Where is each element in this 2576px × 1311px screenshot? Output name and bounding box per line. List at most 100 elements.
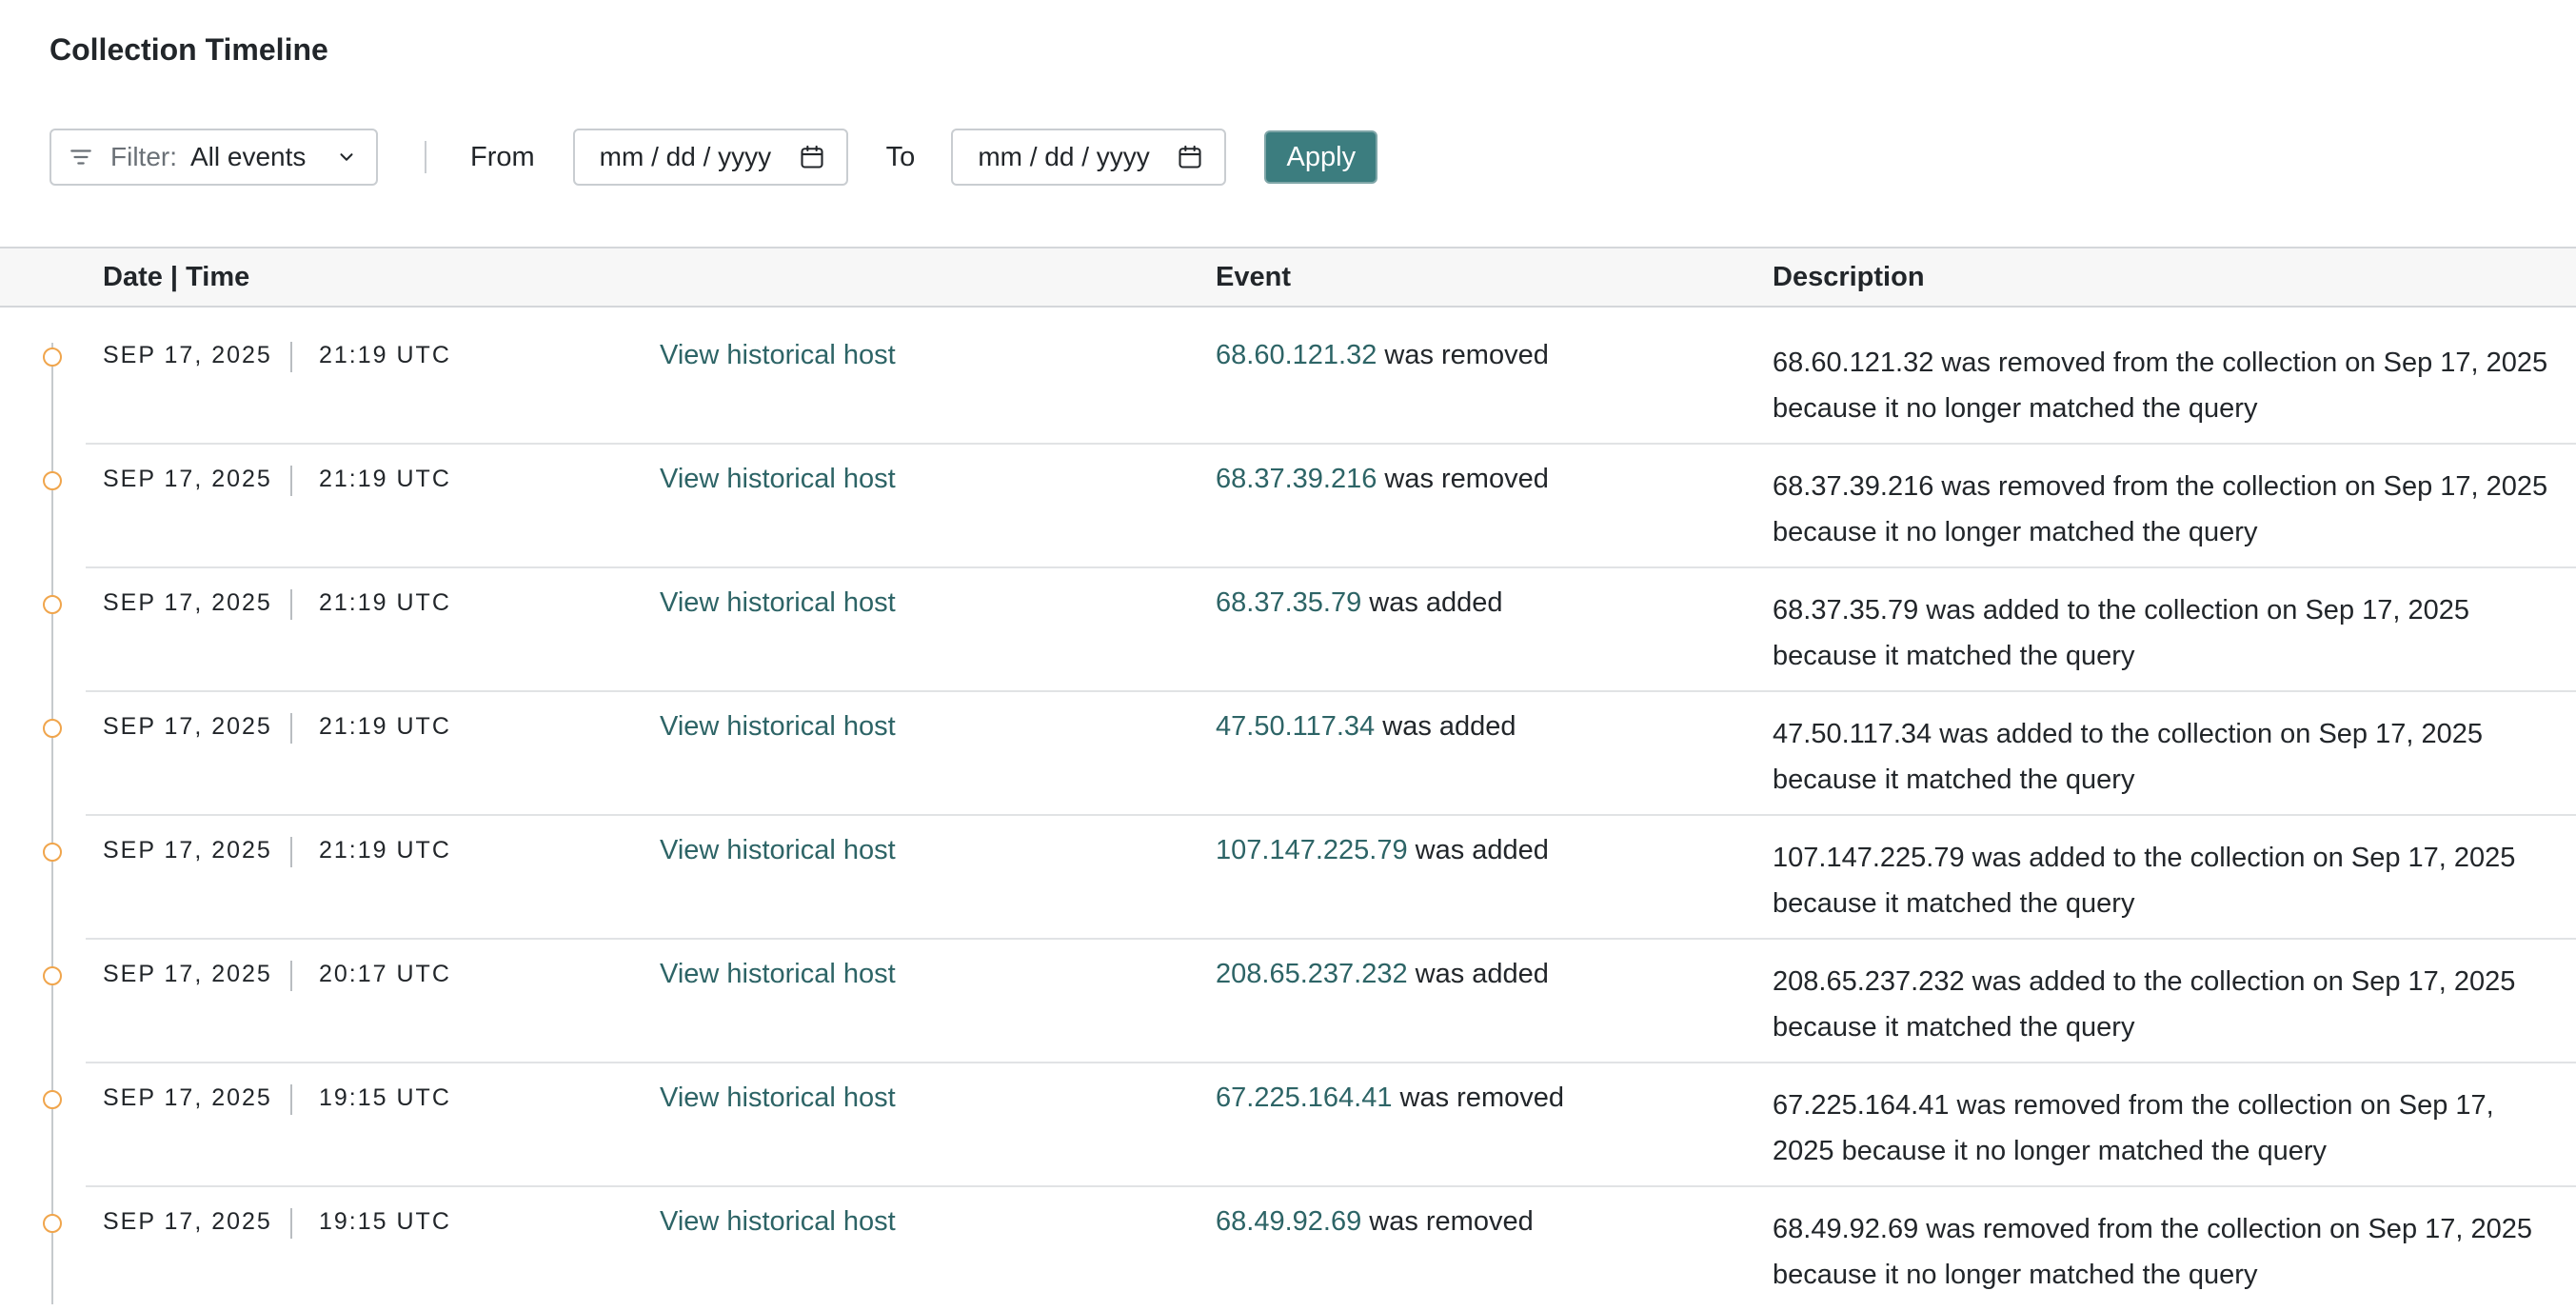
- event-time: 19:15 UTC: [319, 1084, 451, 1111]
- timeline-dot: [43, 471, 62, 490]
- timeline-row: SEP 17, 2025 20:17 UTC View historical h…: [0, 940, 2576, 1063]
- event-action: was removed: [1392, 1083, 1564, 1113]
- date-to-input[interactable]: mm / dd / yyyy: [951, 129, 1227, 186]
- event-date: SEP 17, 2025: [103, 837, 272, 864]
- date-time-divider: [290, 1208, 292, 1239]
- to-label: To: [885, 141, 916, 172]
- view-historical-host-link[interactable]: View historical host: [660, 587, 896, 619]
- event-ip-link[interactable]: 68.49.92.69: [1216, 1206, 1361, 1237]
- event-cell: 68.37.39.216 was removed: [1216, 464, 1549, 495]
- chevron-down-icon: [340, 153, 353, 161]
- calendar-icon[interactable]: [1177, 144, 1203, 170]
- timeline-row: SEP 17, 2025 21:19 UTC View historical h…: [0, 692, 2576, 816]
- timeline-row: SEP 17, 2025 21:19 UTC View historical h…: [0, 445, 2576, 568]
- event-ip-link[interactable]: 47.50.117.34: [1216, 711, 1375, 742]
- timeline-dot: [43, 719, 62, 738]
- event-time: 19:15 UTC: [319, 1208, 451, 1235]
- event-description: 68.49.92.69 was removed from the collect…: [1773, 1214, 2533, 1290]
- timeline-dot: [43, 843, 62, 862]
- date-to-placeholder: mm / dd / yyyy: [978, 142, 1150, 171]
- timeline-row: SEP 17, 2025 21:19 UTC View historical h…: [0, 321, 2576, 445]
- from-label: From: [470, 141, 535, 172]
- event-ip-link[interactable]: 68.37.39.216: [1216, 464, 1377, 494]
- timeline-table-header: Date | Time Event Description: [0, 247, 2576, 308]
- timeline-dot: [43, 348, 62, 367]
- event-ip-link[interactable]: 107.147.225.79: [1216, 835, 1408, 865]
- timeline-dot: [43, 966, 62, 985]
- event-date: SEP 17, 2025: [103, 1084, 272, 1111]
- filter-value: All events: [190, 142, 307, 171]
- event-ip-link[interactable]: 68.60.121.32: [1216, 340, 1377, 370]
- date-time-divider: [290, 466, 292, 496]
- view-historical-host-link[interactable]: View historical host: [660, 1206, 896, 1238]
- timeline-dot: [43, 1214, 62, 1233]
- event-time: 21:19 UTC: [319, 342, 451, 368]
- view-historical-host-link[interactable]: View historical host: [660, 835, 896, 866]
- event-cell: 68.60.121.32 was removed: [1216, 340, 1549, 371]
- date-time-divider: [290, 837, 292, 867]
- event-date: SEP 17, 2025: [103, 1208, 272, 1235]
- event-time: 20:17 UTC: [319, 961, 451, 987]
- event-cell: 107.147.225.79 was added: [1216, 835, 1549, 866]
- calendar-icon[interactable]: [799, 144, 825, 170]
- event-cell: 47.50.117.34 was added: [1216, 711, 1516, 743]
- view-historical-host-link[interactable]: View historical host: [660, 464, 896, 495]
- date-time-divider: [290, 342, 292, 372]
- event-action: was added: [1375, 711, 1516, 742]
- timeline-row: SEP 17, 2025 19:15 UTC View historical h…: [0, 1187, 2576, 1311]
- event-description: 68.60.121.32 was removed from the collec…: [1773, 348, 2548, 424]
- event-description: 47.50.117.34 was added to the collection…: [1773, 719, 2483, 795]
- event-cell: 208.65.237.232 was added: [1216, 959, 1549, 990]
- event-date: SEP 17, 2025: [103, 342, 272, 368]
- event-description: 107.147.225.79 was added to the collecti…: [1773, 843, 2516, 919]
- event-description: 68.37.35.79 was added to the collection …: [1773, 595, 2470, 671]
- event-time: 21:19 UTC: [319, 837, 451, 864]
- event-action: was removed: [1361, 1206, 1534, 1237]
- event-description: 67.225.164.41 was removed from the colle…: [1773, 1090, 2494, 1166]
- event-description: 208.65.237.232 was added to the collecti…: [1773, 966, 2516, 1043]
- apply-button[interactable]: Apply: [1264, 130, 1378, 184]
- event-action: was removed: [1377, 340, 1549, 370]
- event-cell: 68.37.35.79 was added: [1216, 587, 1503, 619]
- timeline-row: SEP 17, 2025 21:19 UTC View historical h…: [0, 816, 2576, 940]
- event-time: 21:19 UTC: [319, 466, 451, 492]
- toolbar-divider: [425, 141, 426, 173]
- filter-label: Filter:: [110, 142, 177, 171]
- view-historical-host-link[interactable]: View historical host: [660, 711, 896, 743]
- view-historical-host-link[interactable]: View historical host: [660, 340, 896, 371]
- timeline-dot: [43, 595, 62, 614]
- event-date: SEP 17, 2025: [103, 589, 272, 616]
- event-ip-link[interactable]: 68.37.35.79: [1216, 587, 1361, 618]
- event-filter-dropdown[interactable]: Filter: All events: [50, 129, 378, 186]
- event-ip-link[interactable]: 67.225.164.41: [1216, 1083, 1392, 1113]
- timeline-dot: [43, 1090, 62, 1109]
- filter-toolbar: Filter: All events From mm / dd / yyyy T…: [50, 129, 1378, 186]
- event-cell: 68.49.92.69 was removed: [1216, 1206, 1534, 1238]
- date-time-divider: [290, 589, 292, 620]
- event-date: SEP 17, 2025: [103, 961, 272, 987]
- header-description: Description: [1773, 262, 1925, 292]
- event-action: was added: [1361, 587, 1503, 618]
- event-ip-link[interactable]: 208.65.237.232: [1216, 959, 1408, 989]
- header-event: Event: [1216, 262, 1291, 292]
- event-action: was added: [1407, 959, 1549, 989]
- timeline-row: SEP 17, 2025 21:19 UTC View historical h…: [0, 568, 2576, 692]
- event-time: 21:19 UTC: [319, 589, 451, 616]
- date-from-placeholder: mm / dd / yyyy: [599, 142, 772, 171]
- timeline-row: SEP 17, 2025 19:15 UTC View historical h…: [0, 1063, 2576, 1187]
- event-action: was added: [1407, 835, 1549, 865]
- event-description: 68.37.39.216 was removed from the collec…: [1773, 471, 2548, 547]
- header-date-time: Date | Time: [103, 262, 250, 292]
- page-title: Collection Timeline: [50, 32, 328, 67]
- filter-icon: [70, 149, 91, 165]
- event-date: SEP 17, 2025: [103, 466, 272, 492]
- view-historical-host-link[interactable]: View historical host: [660, 959, 896, 990]
- date-from-input[interactable]: mm / dd / yyyy: [572, 129, 848, 186]
- view-historical-host-link[interactable]: View historical host: [660, 1083, 896, 1114]
- date-time-divider: [290, 713, 292, 744]
- event-date: SEP 17, 2025: [103, 713, 272, 740]
- event-cell: 67.225.164.41 was removed: [1216, 1083, 1564, 1114]
- event-action: was removed: [1377, 464, 1549, 494]
- event-time: 21:19 UTC: [319, 713, 451, 740]
- date-time-divider: [290, 1084, 292, 1115]
